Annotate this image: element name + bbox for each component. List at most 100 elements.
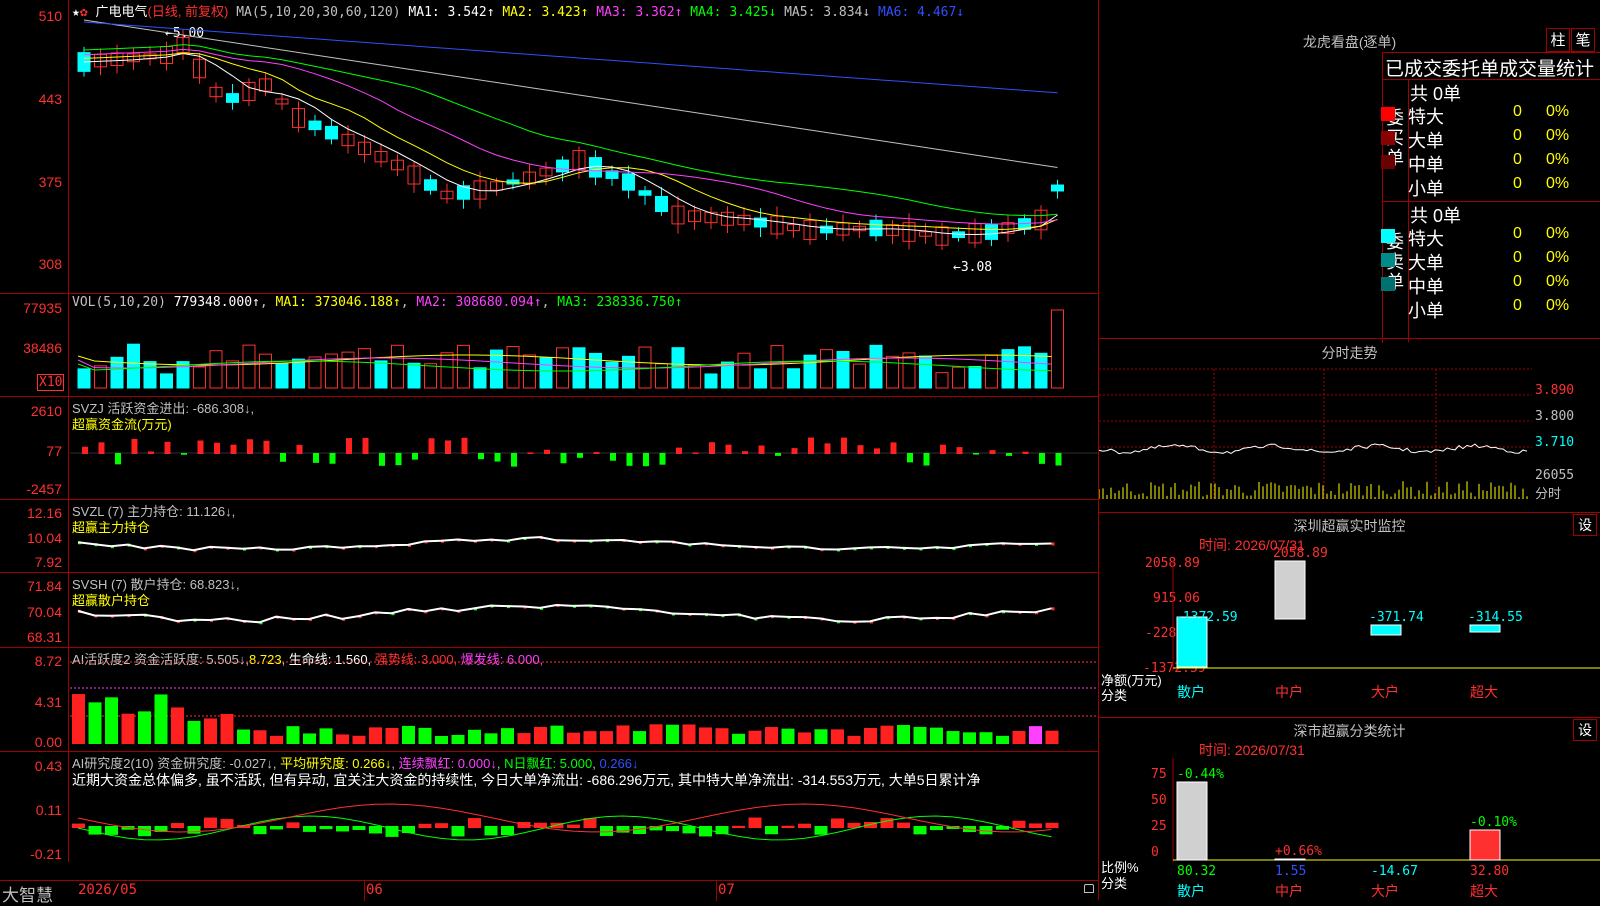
candle (556, 159, 569, 173)
money-flow-bar (676, 447, 682, 454)
money-flow-bar (379, 453, 385, 466)
trade-stats-title: 已成交委托单成交量统计 (1385, 59, 1595, 80)
svzj-panel[interactable]: 2610 77 -2457 SVZJ 活跃资金进出: -686.308↓, 超赢… (0, 397, 1098, 500)
money-flow-bar (1006, 453, 1012, 456)
activity-bar (897, 724, 910, 744)
ratio-bar (1176, 781, 1208, 861)
money-flow-bar (362, 437, 369, 454)
activity-bar (270, 735, 283, 744)
order-row: 小单 0 0% (1099, 297, 1600, 321)
money-flow-bar (1039, 453, 1045, 464)
svsh-chart[interactable] (0, 573, 1098, 647)
volume-bar (143, 361, 157, 389)
money-flow-bar (791, 448, 798, 454)
volume-bar (292, 358, 305, 389)
category-label: 中户 (1275, 684, 1303, 700)
net-amount-label: 2058.89 (1273, 546, 1328, 561)
volume-bar (242, 344, 256, 389)
research-bar (897, 822, 910, 828)
class-stats-section[interactable]: 深市超赢分类统计 设 时间: 2026/07/31 比例% 分类 75 50 25 0… (1099, 717, 1600, 901)
volume-chart[interactable] (0, 294, 1098, 396)
research-bar (732, 825, 745, 828)
brand-logo[interactable]: 大智慧 (2, 881, 53, 906)
research-bar (567, 824, 580, 828)
net-amount-label: -1372.59 (1175, 610, 1238, 625)
volume-bar (424, 363, 437, 389)
category-label: 大户 (1371, 684, 1399, 700)
money-flow-bar (577, 453, 583, 458)
money-flow-bar (247, 439, 253, 454)
retail-position-dot (1051, 607, 1055, 611)
money-flow-bar (923, 453, 930, 466)
activity-bar (781, 728, 795, 744)
sz-monitor-section[interactable]: 深圳超赢实时监控 设 时间: 2026/07/31 2058.89 915.06… (1099, 512, 1600, 718)
moving-average-line (83, 52, 1058, 236)
money-flow-bar (1055, 453, 1062, 466)
order-pct: 0% (1546, 249, 1570, 266)
volume-bar (77, 368, 91, 389)
money-flow-bar (82, 446, 88, 454)
svzl-panel[interactable]: 12.16 10.04 7.92 SVZL (7) 主力持仓: 11.126↓,… (0, 500, 1098, 573)
order-count: 0 (1513, 151, 1522, 168)
volume-bar (952, 366, 965, 389)
candlestick-chart[interactable] (0, 0, 1098, 293)
price-line (1099, 443, 1528, 455)
class-chart[interactable]: 75 50 25 0 -0.44% 80.32 散户 +0.66% 1.55 中户 -14.67 大户… (1099, 718, 1600, 901)
activity-bar (649, 724, 663, 744)
monitor-chart[interactable]: -1372.59 散户 2058.89 中户 -371.74 大户 -314.55 超大 (1099, 513, 1600, 718)
money-flow-bar (445, 440, 451, 454)
activity-bar (402, 725, 415, 744)
ai-active-chart[interactable] (0, 648, 1098, 751)
activity-bar (864, 727, 877, 744)
column-view-button[interactable]: 柱 (1546, 28, 1570, 52)
category-label: 超大 (1470, 684, 1498, 700)
intraday-section[interactable]: 分时走势 3.890 3.800 3.710 26055 分时 (1099, 338, 1600, 502)
research-bar (501, 826, 514, 836)
research-bar (600, 826, 613, 836)
ai-active-panel[interactable]: 8.72 4.31 0.00 AI活跃度2 资金活跃度: 5.505↓,8.72… (0, 648, 1098, 752)
price-panel[interactable]: 510 443 375 308 ★✿ 广电电气(日线, 前复权) MA(5,10… (0, 0, 1098, 294)
lock-icon[interactable] (1084, 884, 1094, 893)
research-bar (1012, 820, 1026, 828)
money-flow-bar (98, 442, 105, 454)
research-bar (435, 823, 448, 828)
volume-bar (209, 350, 223, 389)
svzj-chart[interactable] (0, 397, 1098, 499)
svsh-panel[interactable]: 71.84 70.04 68.31 SVSH (7) 散户持仓: 68.823↓… (0, 573, 1098, 648)
activity-bar (616, 725, 630, 744)
research-bar (781, 825, 795, 828)
research-bar (303, 826, 316, 832)
money-flow-bar (296, 444, 303, 454)
volume-panel[interactable]: 77935 38486 X10 VOL(5,10,20) 779348.000↑… (0, 294, 1098, 397)
svzl-chart[interactable] (0, 500, 1098, 572)
ratio-change-label: -0.44% (1177, 767, 1224, 782)
order-count: 0 (1513, 103, 1522, 120)
volume-bar (737, 352, 751, 389)
money-flow-bar (280, 453, 286, 462)
money-flow-bar (725, 444, 732, 454)
research-bar (748, 817, 762, 828)
money-flow-bar (824, 443, 831, 454)
research-bar (369, 826, 382, 834)
lhb-section: 龙虎看盘(逐单) 柱 笔 已成交委托单成交量统计 委买单 委卖单 共 0单 共 … (1099, 0, 1600, 345)
ai-research-chart[interactable] (0, 752, 1098, 862)
ratio-bar (1274, 858, 1306, 861)
money-flow-bar (115, 453, 121, 465)
volume-bar (935, 372, 949, 389)
tick-view-button[interactable]: 笔 (1571, 28, 1595, 52)
candle (1051, 184, 1064, 192)
intraday-chart[interactable] (1099, 339, 1600, 502)
money-flow-bar (329, 453, 336, 464)
volume-bar (605, 361, 619, 389)
order-count: 0 (1513, 127, 1522, 144)
net-amount-label: -314.55 (1468, 610, 1523, 625)
activity-bar (435, 735, 448, 744)
activity-bar (385, 727, 399, 744)
activity-bar (979, 732, 993, 744)
candle (325, 125, 338, 140)
activity-bar (468, 729, 481, 744)
money-flow-bar (643, 453, 649, 467)
ai-research-panel[interactable]: 0.43 0.11 -0.21 AI研究度2(10) 资金研究度: -0.027… (0, 752, 1098, 862)
money-flow-bar (560, 453, 567, 464)
research-bar (352, 826, 366, 830)
